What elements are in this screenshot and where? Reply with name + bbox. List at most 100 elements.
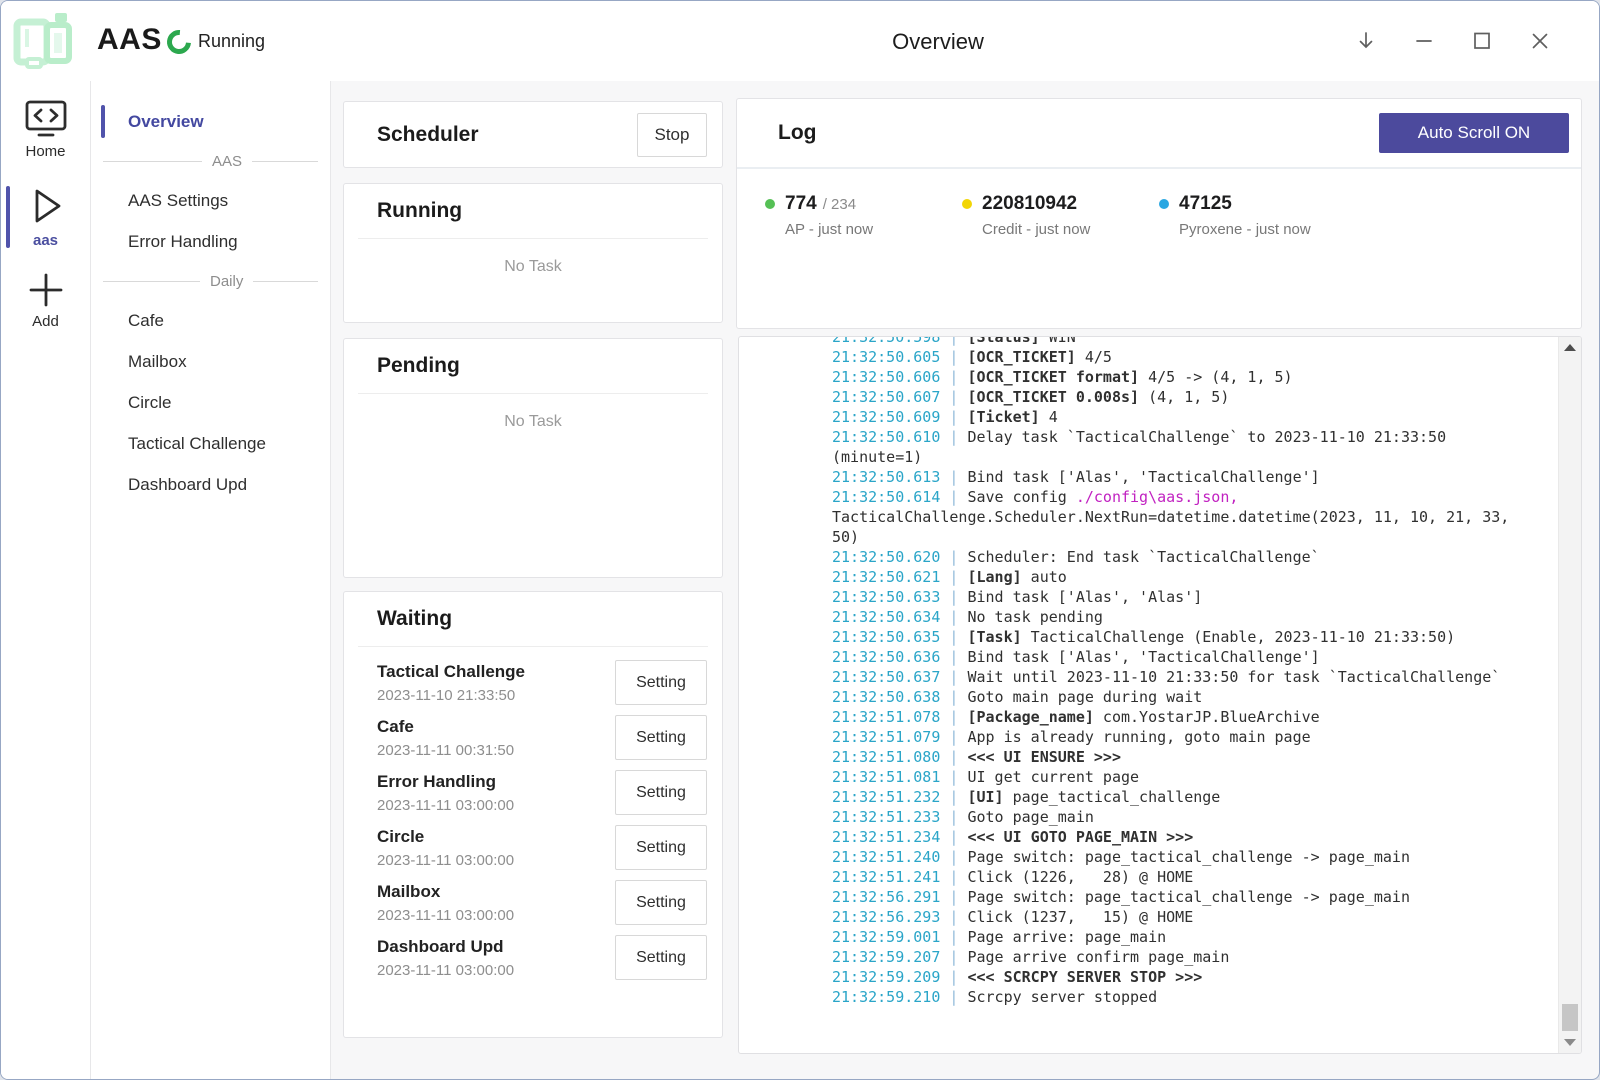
sidebar-item-error-handling[interactable]: Error Handling: [91, 221, 330, 262]
app-name: AAS: [97, 23, 162, 57]
log-level: INFO: [752, 647, 832, 667]
log-entry: INFO21:32:50.607 | [OCR_TICKET 0.008s] (…: [752, 387, 1524, 407]
log-level: INFO: [752, 347, 832, 367]
log-message: Bind task ['Alas', 'Alas']: [967, 588, 1202, 606]
stat-label: Credit - just now: [982, 221, 1090, 238]
maximize-button[interactable]: [1471, 30, 1493, 52]
sidebar-item-label: Cafe: [128, 311, 164, 331]
plus-icon: [26, 271, 66, 309]
log-scrollbar[interactable]: [1558, 337, 1581, 1053]
page-title: Overview: [892, 29, 984, 55]
log-level: INFO: [752, 787, 832, 807]
task-setting-button[interactable]: Setting: [615, 825, 707, 870]
sidebar-item-label: Mailbox: [128, 352, 187, 372]
waiting-title: Waiting: [377, 607, 452, 631]
stat-value: 220810942: [982, 193, 1077, 214]
running-title: Running: [377, 199, 462, 223]
log-separator: |: [940, 808, 967, 826]
log-separator: |: [940, 368, 967, 386]
stop-button[interactable]: Stop: [637, 113, 707, 157]
sidebar-item-dashboard-upd[interactable]: Dashboard Upd: [91, 464, 330, 505]
log-level: INFO: [752, 487, 832, 507]
log-entry: INFO21:32:50.610 | Delay task `TacticalC…: [752, 427, 1524, 467]
log-message: Bind task ['Alas', 'TacticalChallenge']: [967, 468, 1319, 486]
scheduler-status-text: Running: [198, 31, 265, 52]
rail-item-aas[interactable]: aas: [1, 184, 90, 249]
log-message: [Package_name] com.YostarJP.BlueArchive: [967, 708, 1319, 726]
log-entry: INFO21:32:51.241 | Click (1226, 28) @ HO…: [752, 867, 1524, 887]
log-message: [Ticket] 4: [967, 408, 1057, 426]
log-separator: |: [940, 788, 967, 806]
sidebar-item-tactical-challenge[interactable]: Tactical Challenge: [91, 423, 330, 464]
rail-item-home[interactable]: Home: [1, 99, 90, 160]
log-timestamp: 21:32:50.633: [832, 588, 940, 606]
log-separator: |: [940, 348, 967, 366]
log-separator: |: [940, 608, 967, 626]
waiting-task-row: Dashboard Upd2023-11-11 03:00:00Setting: [377, 935, 707, 980]
sidebar-item-aas-settings[interactable]: AAS Settings: [91, 180, 330, 221]
log-panel[interactable]: INFO21:32:50.598 | [Status] WININFO21:32…: [738, 336, 1582, 1054]
log-entry: INFO21:32:50.633 | Bind task ['Alas', 'A…: [752, 587, 1524, 607]
arrow-down-icon[interactable]: [1355, 30, 1377, 52]
log-message: [OCR_TICKET] 4/5: [967, 348, 1112, 366]
task-setting-button[interactable]: Setting: [615, 770, 707, 815]
log-message: Click (1226, 28) @ HOME: [967, 868, 1193, 886]
log-stat: 774/ 234AP - just now: [765, 193, 962, 238]
log-entry: INFO21:32:50.634 | No task pending: [752, 607, 1524, 627]
sidebar-item-circle[interactable]: Circle: [91, 382, 330, 423]
log-stat: 47125Pyroxene - just now: [1159, 193, 1356, 238]
log-timestamp: 21:32:50.609: [832, 408, 940, 426]
rail-item-add[interactable]: Add: [1, 271, 90, 330]
log-timestamp: 21:32:51.233: [832, 808, 940, 826]
auto-scroll-toggle-button[interactable]: Auto Scroll ON: [1379, 113, 1569, 153]
sidebar-item-cafe[interactable]: Cafe: [91, 300, 330, 341]
pending-card: Pending No Task: [343, 338, 723, 578]
scroll-down-arrow-icon[interactable]: [1564, 1039, 1576, 1046]
log-level: INFO: [752, 807, 832, 827]
log-separator: |: [940, 388, 967, 406]
log-separator: |: [940, 888, 967, 906]
log-level: INFO: [752, 607, 832, 627]
task-setting-button[interactable]: Setting: [615, 880, 707, 925]
task-setting-button[interactable]: Setting: [615, 935, 707, 980]
log-entry: INFO21:32:59.209 | <<< SCRCPY SERVER STO…: [752, 967, 1524, 987]
log-separator: |: [940, 408, 967, 426]
waiting-task-row: Tactical Challenge2023-11-10 21:33:50Set…: [377, 660, 707, 705]
log-message: No task pending: [967, 608, 1102, 626]
log-timestamp: 21:32:50.636: [832, 648, 940, 666]
waiting-task-next-run: 2023-11-11 03:00:00: [377, 907, 514, 924]
log-timestamp: 21:32:50.634: [832, 608, 940, 626]
log-entry: INFO21:32:50.613 | Bind task ['Alas', 'T…: [752, 467, 1524, 487]
running-spinner-icon: [162, 25, 196, 59]
sidebar-item-mailbox[interactable]: Mailbox: [91, 341, 330, 382]
log-entry: INFO21:32:59.001 | Page arrive: page_mai…: [752, 927, 1524, 947]
sidebar-item-overview[interactable]: Overview: [91, 101, 330, 142]
log-entry: INFO21:32:50.606 | [OCR_TICKET format] 4…: [752, 367, 1524, 387]
log-timestamp: 21:32:51.080: [832, 748, 940, 766]
log-entry: INFO21:32:50.636 | Bind task ['Alas', 'T…: [752, 647, 1524, 667]
minimize-button[interactable]: [1413, 30, 1435, 52]
log-message: UI get current page: [967, 768, 1139, 786]
log-timestamp: 21:32:51.079: [832, 728, 940, 746]
log-level: INFO: [752, 367, 832, 387]
log-timestamp: 21:32:50.605: [832, 348, 940, 366]
log-separator: |: [940, 868, 967, 886]
log-level: INFO: [752, 547, 832, 567]
close-button[interactable]: [1529, 30, 1551, 52]
log-timestamp: 21:32:51.234: [832, 828, 940, 846]
task-setting-button[interactable]: Setting: [615, 660, 707, 705]
scrollbar-thumb[interactable]: [1562, 1004, 1578, 1031]
task-setting-button[interactable]: Setting: [615, 715, 707, 760]
scheduler-card: Scheduler Stop: [343, 101, 723, 168]
log-entry: INFO21:32:51.233 | Goto page_main: [752, 807, 1524, 827]
log-message: <<< UI GOTO PAGE_MAIN >>>: [967, 828, 1193, 846]
window-controls: [1355, 1, 1551, 81]
stat-label: Pyroxene - just now: [1179, 221, 1311, 238]
log-entry: INFO21:32:51.079 | App is already runnin…: [752, 727, 1524, 747]
scroll-up-arrow-icon[interactable]: [1564, 344, 1576, 351]
log-separator: |: [940, 908, 967, 926]
log-timestamp: 21:32:51.232: [832, 788, 940, 806]
log-entry: INFO21:32:51.080 | <<< UI ENSURE >>>: [752, 747, 1524, 767]
stat-dot-icon: [962, 199, 972, 209]
log-separator: |: [940, 708, 967, 726]
